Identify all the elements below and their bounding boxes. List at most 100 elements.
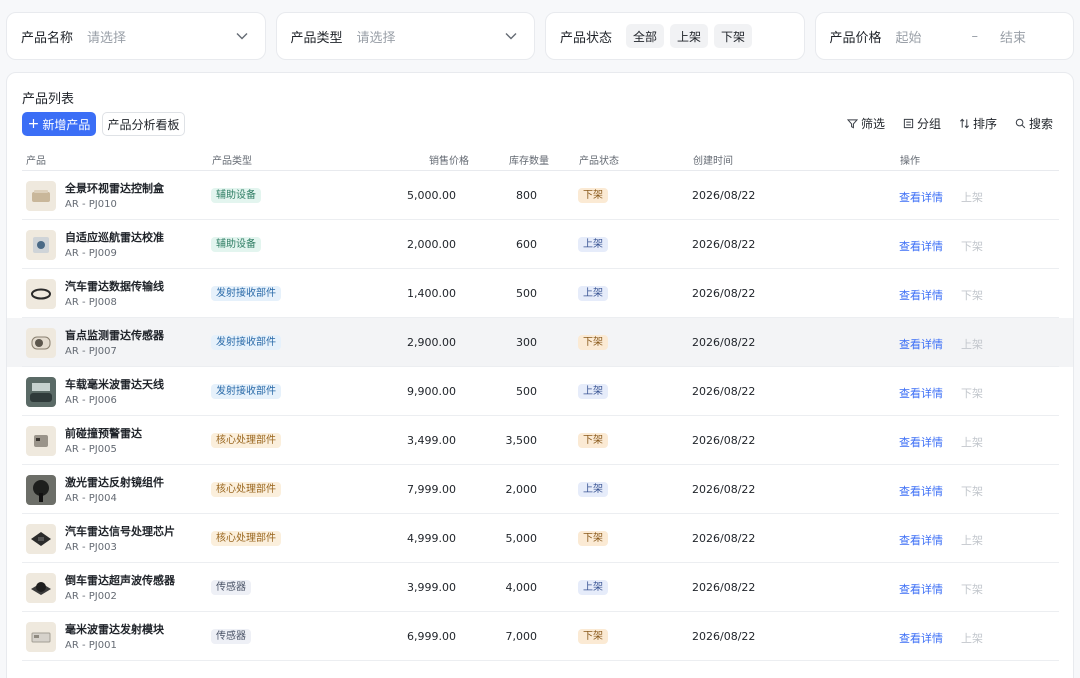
- toggle-status-link[interactable]: 下架: [961, 287, 983, 303]
- created-date: 2026/08/22: [692, 532, 756, 545]
- search-tool[interactable]: 搜索: [1015, 115, 1053, 132]
- sensor-icon: [26, 328, 56, 358]
- stock-cell: 500: [516, 385, 537, 398]
- status-chip-on[interactable]: 上架: [670, 24, 709, 48]
- column-stock[interactable]: 库存数量: [509, 152, 549, 167]
- product-name: 车载毫米波雷达天线: [65, 378, 164, 391]
- table-row[interactable]: 倒车雷达超声波传感器 AR - PJ002 传感器 3,999.00 4,000 上架 20…: [7, 563, 1073, 612]
- column-status[interactable]: 产品状态: [579, 152, 619, 167]
- table-row[interactable]: 激光雷达反射镜组件 AR - PJ004 核心处理部件 7,999.00 2,000 上架…: [7, 465, 1073, 514]
- stock-cell: 7,000: [505, 630, 538, 643]
- chevron-down-icon[interactable]: [233, 27, 251, 45]
- product-list-panel: 产品列表 + 新增产品 产品分析看板 筛选 分组 排序 搜索 产品 产品类型 销…: [6, 72, 1074, 678]
- toggle-status-link[interactable]: 下架: [961, 385, 983, 401]
- table-row[interactable]: 全景环视雷达控制盒 AR - PJ010 辅助设备 5,000.00 800 下架 2026…: [7, 171, 1073, 220]
- table-row[interactable]: 汽车雷达信号处理芯片 AR - PJ003 核心处理部件 4,999.00 5,000 下…: [7, 514, 1073, 563]
- group-tool[interactable]: 分组: [903, 115, 941, 132]
- view-details-link[interactable]: 查看详情: [899, 189, 943, 205]
- created-date: 2026/08/22: [692, 630, 756, 643]
- price-range-separator: –: [971, 28, 979, 44]
- product-name: 激光雷达反射镜组件: [65, 476, 164, 489]
- product-code: AR - PJ002: [65, 591, 117, 602]
- table-row[interactable]: 前碰撞预警雷达 AR - PJ005 核心处理部件 3,499.00 3,500 下架 20…: [7, 416, 1073, 465]
- price-cell: 4,999.00: [407, 532, 456, 545]
- product-analysis-button[interactable]: 产品分析看板: [102, 112, 185, 136]
- toggle-status-link[interactable]: 下架: [961, 238, 983, 254]
- product-status-filter: 产品状态 全部 上架 下架: [545, 12, 805, 60]
- type-tag: 核心处理部件: [211, 482, 281, 497]
- status-badge: 下架: [578, 335, 608, 350]
- view-details-link[interactable]: 查看详情: [899, 581, 943, 597]
- row-divider: [22, 660, 1059, 661]
- type-tag: 核心处理部件: [211, 531, 281, 546]
- created-date: 2026/08/22: [692, 189, 756, 202]
- table-row[interactable]: 自适应巡航雷达校准 AR - PJ009 辅助设备 2,000.00 600 上架 2026…: [7, 220, 1073, 269]
- plus-icon: +: [27, 116, 40, 132]
- filter-tool-label: 筛选: [860, 117, 885, 131]
- filter-icon: [846, 119, 858, 129]
- add-product-button[interactable]: + 新增产品: [22, 112, 96, 136]
- view-details-link[interactable]: 查看详情: [899, 336, 943, 352]
- column-price[interactable]: 销售价格: [429, 152, 469, 167]
- price-cell: 9,900.00: [407, 385, 456, 398]
- price-cell: 6,999.00: [407, 630, 456, 643]
- status-badge: 上架: [578, 384, 608, 399]
- sort-tool[interactable]: 排序: [959, 115, 997, 132]
- toggle-status-link[interactable]: 上架: [961, 434, 983, 450]
- toggle-status-link[interactable]: 上架: [961, 630, 983, 646]
- table-row[interactable]: 汽车雷达数据传输线 AR - PJ008 发射接收部件 1,400.00 500 上架 20…: [7, 269, 1073, 318]
- product-name-placeholder: 请选择: [87, 30, 127, 46]
- product-type-filter[interactable]: 产品类型 请选择: [275, 12, 535, 60]
- chip-icon: [26, 524, 56, 554]
- view-details-link[interactable]: 查看详情: [899, 385, 943, 401]
- price-end-input[interactable]: 结束: [1000, 27, 1026, 46]
- search-icon: [1015, 118, 1026, 129]
- stock-cell: 4,000: [505, 581, 538, 594]
- view-details-link[interactable]: 查看详情: [899, 483, 943, 499]
- toggle-status-link[interactable]: 上架: [961, 189, 983, 205]
- column-created[interactable]: 创建时间: [693, 152, 733, 167]
- product-name: 盲点监测雷达传感器: [65, 329, 164, 342]
- product-code: AR - PJ005: [65, 444, 117, 455]
- view-details-link[interactable]: 查看详情: [899, 434, 943, 450]
- product-name: 倒车雷达超声波传感器: [65, 574, 175, 587]
- sort-tool-label: 排序: [972, 117, 997, 131]
- product-name: 汽车雷达数据传输线: [65, 280, 164, 293]
- product-name-filter-label: 产品名称: [21, 30, 74, 46]
- toggle-status-link[interactable]: 上架: [961, 336, 983, 352]
- status-chip-all[interactable]: 全部: [626, 24, 665, 48]
- status-chip-off[interactable]: 下架: [714, 24, 753, 48]
- created-date: 2026/08/22: [692, 336, 756, 349]
- product-status-filter-label: 产品状态: [560, 30, 613, 46]
- created-date: 2026/08/22: [692, 385, 756, 398]
- group-tool-label: 分组: [916, 117, 941, 131]
- table-row[interactable]: 盲点监测雷达传感器 AR - PJ007 发射接收部件 2,900.00 300 下架 20…: [7, 318, 1073, 367]
- price-start-input[interactable]: 起始: [896, 27, 922, 46]
- column-type[interactable]: 产品类型: [212, 152, 252, 167]
- toggle-status-link[interactable]: 下架: [961, 483, 983, 499]
- toggle-status-link[interactable]: 下架: [961, 581, 983, 597]
- status-badge: 下架: [578, 531, 608, 546]
- type-tag: 传感器: [211, 580, 251, 595]
- product-code: AR - PJ007: [65, 346, 117, 357]
- filter-bar: 产品名称 请选择 产品类型 请选择 产品状态 全部 上架 下架 产品价格 起始 …: [6, 12, 1074, 60]
- antenna-icon: [26, 377, 56, 407]
- view-details-link[interactable]: 查看详情: [899, 532, 943, 548]
- created-date: 2026/08/22: [692, 483, 756, 496]
- cable-icon: [26, 279, 56, 309]
- view-details-link[interactable]: 查看详情: [899, 238, 943, 254]
- search-tool-label: 搜索: [1028, 117, 1053, 131]
- product-name-filter[interactable]: 产品名称 请选择: [6, 12, 266, 60]
- view-details-link[interactable]: 查看详情: [899, 630, 943, 646]
- page-title: 产品列表: [22, 92, 75, 107]
- created-date: 2026/08/22: [692, 434, 756, 447]
- column-product[interactable]: 产品: [26, 152, 46, 167]
- chevron-down-icon[interactable]: [502, 27, 520, 45]
- view-details-link[interactable]: 查看详情: [899, 287, 943, 303]
- table-row[interactable]: 车载毫米波雷达天线 AR - PJ006 发射接收部件 9,900.00 500 上架 20…: [7, 367, 1073, 416]
- price-cell: 2,900.00: [407, 336, 456, 349]
- filter-tool[interactable]: 筛选: [846, 115, 885, 132]
- toggle-status-link[interactable]: 上架: [961, 532, 983, 548]
- table-row[interactable]: 毫米波雷达发射模块 AR - PJ001 传感器 6,999.00 7,000 下架 202…: [7, 612, 1073, 661]
- stock-cell: 5,000: [505, 532, 538, 545]
